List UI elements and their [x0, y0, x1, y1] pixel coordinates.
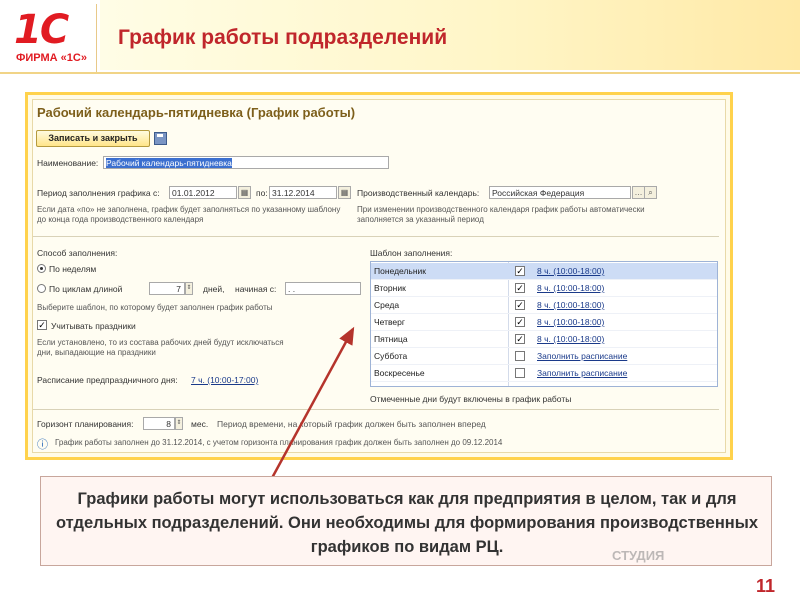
watermark: СТУДИЯ: [612, 548, 665, 563]
page-number: 11: [756, 576, 776, 596]
